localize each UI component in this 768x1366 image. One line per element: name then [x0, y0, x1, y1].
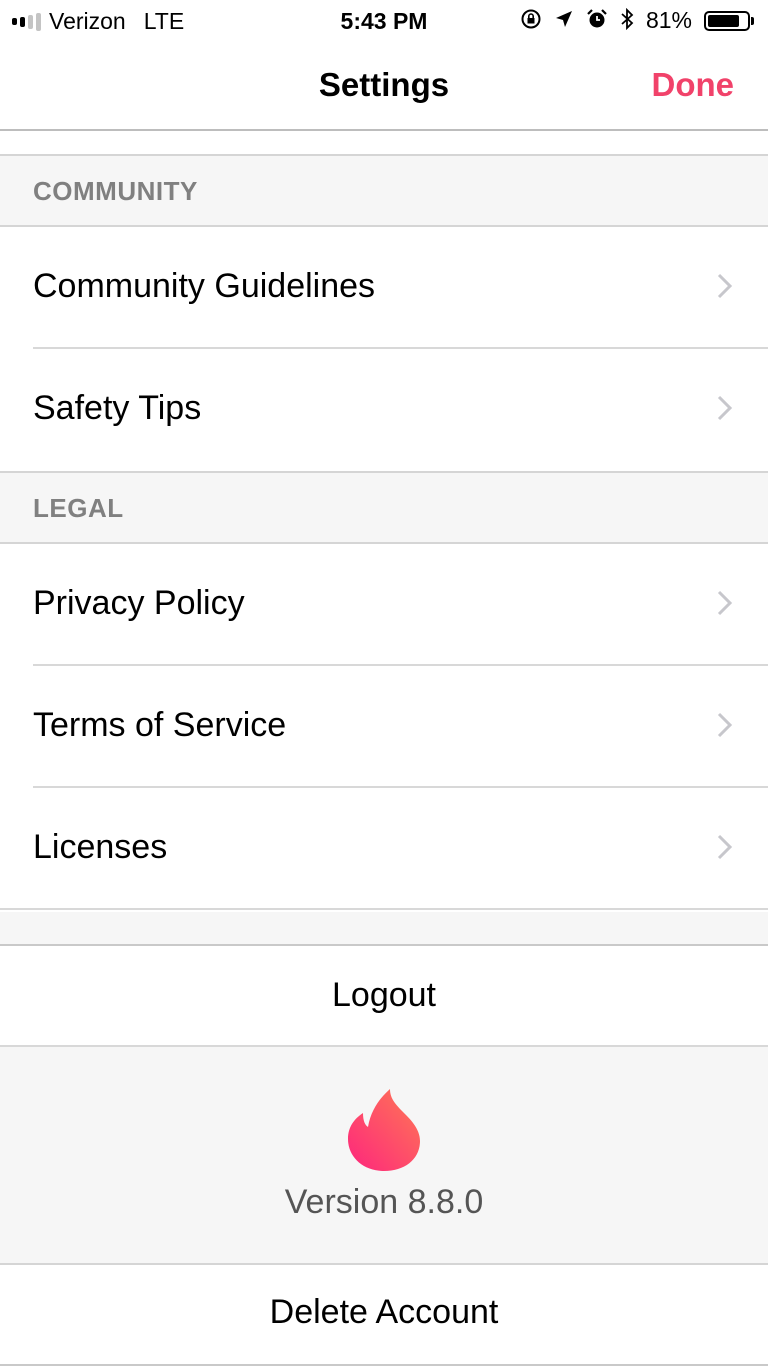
section-header-community: COMMUNITY — [0, 154, 768, 227]
logout-button[interactable]: Logout — [0, 946, 768, 1047]
app-version: Version 8.8.0 — [284, 1183, 484, 1221]
status-bar: Verizon LTE 5:43 PM 81% — [0, 0, 768, 42]
status-right: 81% — [520, 7, 754, 34]
row-label: Terms of Service — [33, 706, 287, 744]
row-community-guidelines[interactable]: Community Guidelines — [0, 227, 768, 349]
chevron-right-icon — [717, 273, 733, 299]
chevron-right-icon — [717, 712, 733, 738]
delete-account-button[interactable]: Delete Account — [0, 1265, 768, 1366]
row-terms-of-service[interactable]: Terms of Service — [0, 666, 768, 788]
battery-fill — [708, 14, 739, 27]
section-gap — [0, 912, 768, 946]
alarm-icon — [586, 8, 608, 34]
logout-label: Logout — [332, 976, 436, 1014]
battery-icon — [704, 10, 754, 31]
chevron-right-icon — [717, 834, 733, 860]
done-button[interactable]: Done — [652, 66, 735, 104]
row-privacy-policy[interactable]: Privacy Policy — [0, 544, 768, 666]
row-licenses[interactable]: Licenses — [0, 788, 768, 910]
row-label: Community Guidelines — [33, 267, 376, 305]
row-safety-tips[interactable]: Safety Tips — [0, 349, 768, 471]
row-divider — [0, 908, 768, 910]
rotation-lock-icon — [520, 8, 542, 34]
tinder-flame-icon — [348, 1089, 420, 1171]
section-header-legal: LEGAL — [0, 471, 768, 544]
navigation-bar: Settings Done — [0, 42, 768, 131]
chevron-right-icon — [717, 590, 733, 616]
row-label: Privacy Policy — [33, 584, 245, 622]
chevron-right-icon — [717, 395, 733, 421]
battery-percent: 81% — [645, 7, 692, 33]
delete-account-label: Delete Account — [269, 1293, 499, 1331]
app-info-footer: Version 8.8.0 — [0, 1047, 768, 1265]
section-header-label: COMMUNITY — [33, 176, 198, 206]
section-header-label: LEGAL — [33, 493, 124, 523]
bluetooth-icon — [620, 7, 634, 34]
row-label: Safety Tips — [33, 389, 202, 427]
location-arrow-icon — [554, 9, 574, 33]
row-label: Licenses — [33, 828, 168, 866]
